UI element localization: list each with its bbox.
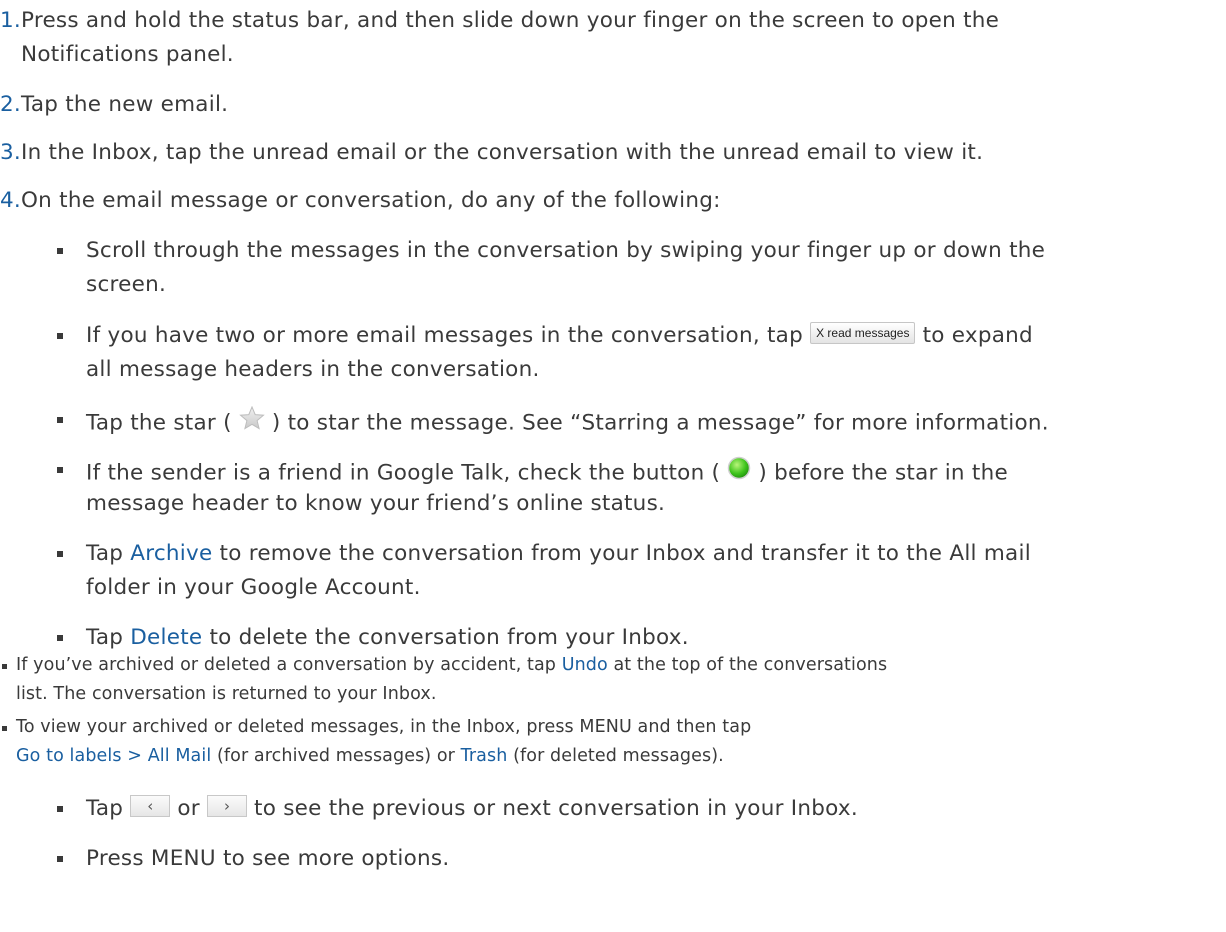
bullet-expand-line1: If you have two or more email messages i… — [86, 322, 1033, 348]
archive-label: Archive — [130, 541, 213, 566]
bullet-expand-line2: all message headers in the conversation. — [86, 357, 540, 382]
step-3-text: In the Inbox, tap the unread email or th… — [21, 140, 984, 165]
tip-undo-line1: If you’ve archived or deleted a conversa… — [16, 655, 888, 675]
bullet-talk-line1: If the sender is a friend in Google Talk… — [86, 456, 1008, 488]
online-status-icon — [727, 456, 751, 485]
step-2-text: Tap the new email. — [21, 92, 229, 117]
bullet-marker — [57, 333, 63, 339]
tip-view-post: (for deleted messages). — [513, 746, 724, 766]
tip-undo-post: at the top of the conversations — [613, 655, 888, 675]
bullet-star-line: Tap the star ( ) to star the message. Se… — [86, 405, 1049, 438]
bullet-marker — [2, 664, 7, 669]
step-4: 4. — [0, 190, 21, 212]
bullet-archive-line2: folder in your Google Account. — [86, 575, 421, 600]
bullet-menu-line: Press MENU to see more options. — [86, 846, 450, 871]
next-conversation-button[interactable]: › — [206, 795, 247, 817]
bullet-nav-or: or — [177, 796, 200, 821]
bullet-marker — [57, 635, 63, 641]
step-number: 3. — [0, 140, 22, 165]
bullet-star-post: ) to star the message. See “Starring a m… — [271, 410, 1049, 436]
go-to-labels-label: Go to labels > All Mail — [16, 746, 212, 766]
step-number: 4. — [0, 188, 22, 213]
undo-label: Undo — [561, 655, 608, 675]
bullet-archive-pre: Tap — [86, 541, 124, 566]
bullet-scroll-line1: Scroll through the messages in the conve… — [86, 238, 1046, 263]
bullet-marker — [57, 806, 63, 812]
read-messages-button[interactable]: X read messages — [810, 322, 916, 344]
tip-view-line1: To view your archived or deleted message… — [16, 717, 752, 737]
step-number: 2. — [0, 92, 22, 117]
bullet-marker — [57, 856, 63, 862]
bullet-delete-line: Tap Delete to delete the conversation fr… — [86, 627, 689, 649]
bullet-archive-line1: Tap Archive to remove the conversation f… — [86, 543, 1031, 565]
tip-view-mid: (for archived messages) or — [216, 746, 455, 766]
step-1-text-line2: Notifications panel. — [21, 42, 234, 67]
tip-undo-pre: If you’ve archived or deleted a conversa… — [16, 655, 557, 675]
bullet-expand-pre: If you have two or more email messages i… — [86, 323, 803, 348]
bullet-archive-post: to remove the conversation from your Inb… — [219, 541, 1031, 566]
step-1-text-line1: Press and hold the status bar, and then … — [21, 8, 1000, 33]
bullet-marker — [57, 551, 63, 557]
bullet-marker — [57, 248, 63, 254]
step-1: 1. — [0, 10, 21, 32]
tip-undo-line2: list. The conversation is returned to yo… — [16, 684, 437, 704]
tip-view-line2: Go to labels > All Mail (for archived me… — [16, 746, 724, 766]
delete-label: Delete — [130, 625, 203, 650]
previous-conversation-button[interactable]: ‹ — [130, 795, 171, 817]
bullet-talk-line2: message header to know your friend’s onl… — [86, 491, 666, 516]
bullet-marker — [57, 467, 63, 473]
bullet-talk-post: ) before the star in the — [758, 460, 1008, 486]
bullet-nav-pre: Tap — [86, 796, 124, 821]
bullet-nav-line: Tap ‹ or › to see the previous or next c… — [86, 795, 858, 821]
step-3: 3. — [0, 142, 21, 164]
trash-label: Trash — [460, 746, 508, 766]
bullet-nav-post: to see the previous or next conversation… — [254, 796, 858, 821]
bullet-marker — [57, 417, 63, 423]
step-number: 1. — [0, 8, 22, 33]
bullet-delete-pre: Tap — [86, 625, 124, 650]
bullet-delete-post: to delete the conversation from your Inb… — [209, 625, 689, 650]
bullet-star-pre: Tap the star ( — [86, 410, 232, 436]
bullet-expand-post: to expand — [922, 323, 1033, 348]
bullet-marker — [2, 726, 7, 731]
step-4-text: On the email message or conversation, do… — [21, 188, 721, 213]
star-icon[interactable] — [239, 405, 265, 435]
step-2: 2. — [0, 94, 21, 116]
bullet-talk-pre: If the sender is a friend in Google Talk… — [86, 460, 721, 486]
bullet-scroll-line2: screen. — [86, 272, 167, 297]
